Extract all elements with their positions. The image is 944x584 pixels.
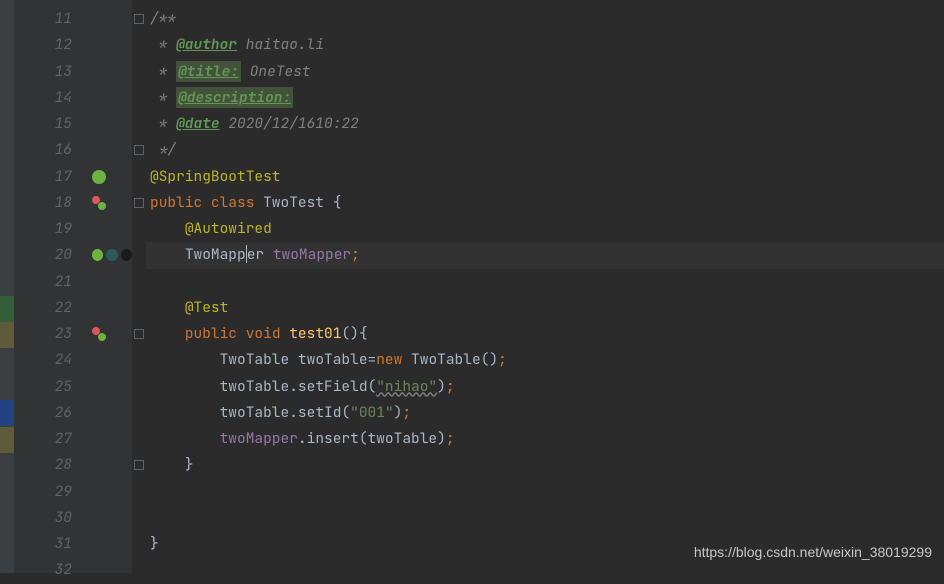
marker-yellow <box>0 427 14 453</box>
test-run-icon <box>92 196 106 210</box>
line-number[interactable]: 29 <box>14 479 72 505</box>
code-area[interactable]: /** * @author haitao.li * @title: OneTes… <box>146 0 944 573</box>
marker-yellow <box>0 322 14 348</box>
code-line-current: TwoMapper twoMapper; <box>146 242 944 268</box>
code-line: twoMapper.insert(twoTable); <box>146 426 944 452</box>
code-line: @Test <box>146 295 944 321</box>
line-number[interactable]: 11 <box>14 6 72 32</box>
code-editor: 11 12 13 14 15 16 17 18 19 20 21 22 23 2… <box>0 0 944 573</box>
mapper-icon <box>106 249 117 261</box>
line-number[interactable]: 27 <box>14 426 72 452</box>
code-line: public class TwoTest { <box>146 190 944 216</box>
code-line: * @author haitao.li <box>146 32 944 58</box>
watermark-text: https://blog.csdn.net/weixin_38019299 <box>694 539 932 565</box>
line-number[interactable]: 30 <box>14 505 72 531</box>
code-line: public void test01(){ <box>146 321 944 347</box>
marker-green <box>0 296 14 322</box>
marker-blue[interactable] <box>0 400 14 426</box>
fold-handle[interactable] <box>132 452 146 478</box>
code-line: * @description: <box>146 85 944 111</box>
spring-leaf-icon <box>92 170 106 184</box>
code-line: */ <box>146 137 944 163</box>
line-number[interactable]: 20 <box>14 242 72 268</box>
fold-end-icon <box>134 145 144 155</box>
code-line: twoTable.setField("nihao"); <box>146 374 944 400</box>
line-number[interactable]: 12 <box>14 32 72 58</box>
line-number[interactable]: 32 <box>14 557 72 583</box>
code-line: /** <box>146 6 944 32</box>
spring-gutter-icon[interactable] <box>86 164 132 190</box>
line-number[interactable]: 13 <box>14 59 72 85</box>
code-line: twoTable.setId("001"); <box>146 400 944 426</box>
code-line: * @date 2020/12/1610:22 <box>146 111 944 137</box>
line-number[interactable]: 21 <box>14 269 72 295</box>
line-number[interactable]: 16 <box>14 137 72 163</box>
line-number[interactable]: 15 <box>14 111 72 137</box>
line-number-gutter[interactable]: 11 12 13 14 15 16 17 18 19 20 21 22 23 2… <box>14 0 86 573</box>
line-number[interactable]: 14 <box>14 85 72 111</box>
fold-handle[interactable] <box>132 321 146 347</box>
line-number[interactable]: 24 <box>14 347 72 373</box>
run-test-class-icon[interactable] <box>86 190 132 216</box>
fold-open-icon <box>134 329 144 339</box>
bean-icon <box>92 249 103 261</box>
fold-open-icon <box>134 198 144 208</box>
code-line <box>146 505 944 531</box>
fold-handle[interactable] <box>132 137 146 163</box>
line-number[interactable]: 17 <box>14 164 72 190</box>
code-line: * @title: OneTest <box>146 59 944 85</box>
fold-column <box>132 0 146 573</box>
line-number[interactable]: 23 <box>14 321 72 347</box>
fold-handle[interactable] <box>132 6 146 32</box>
bean-gutter-icons[interactable] <box>86 242 132 268</box>
line-number[interactable]: 22 <box>14 295 72 321</box>
code-line: } <box>146 452 944 478</box>
test-run-icon <box>92 327 106 341</box>
line-number[interactable]: 19 <box>14 216 72 242</box>
code-line: @Autowired <box>146 216 944 242</box>
fold-handle[interactable] <box>132 190 146 216</box>
fold-end-icon <box>134 460 144 470</box>
code-line <box>146 479 944 505</box>
fold-open-icon <box>134 14 144 24</box>
run-test-method-icon[interactable] <box>86 321 132 347</box>
code-line: @SpringBootTest <box>146 164 944 190</box>
code-line: TwoTable twoTable=new TwoTable(); <box>146 347 944 373</box>
line-number[interactable]: 31 <box>14 531 72 557</box>
code-line <box>146 269 944 295</box>
line-number[interactable]: 26 <box>14 400 72 426</box>
line-number[interactable]: 28 <box>14 452 72 478</box>
line-number[interactable]: 18 <box>14 190 72 216</box>
related-icon <box>121 249 132 261</box>
line-number[interactable]: 25 <box>14 374 72 400</box>
left-indicator-panel <box>0 0 14 573</box>
gutter-icon-column <box>86 0 132 573</box>
